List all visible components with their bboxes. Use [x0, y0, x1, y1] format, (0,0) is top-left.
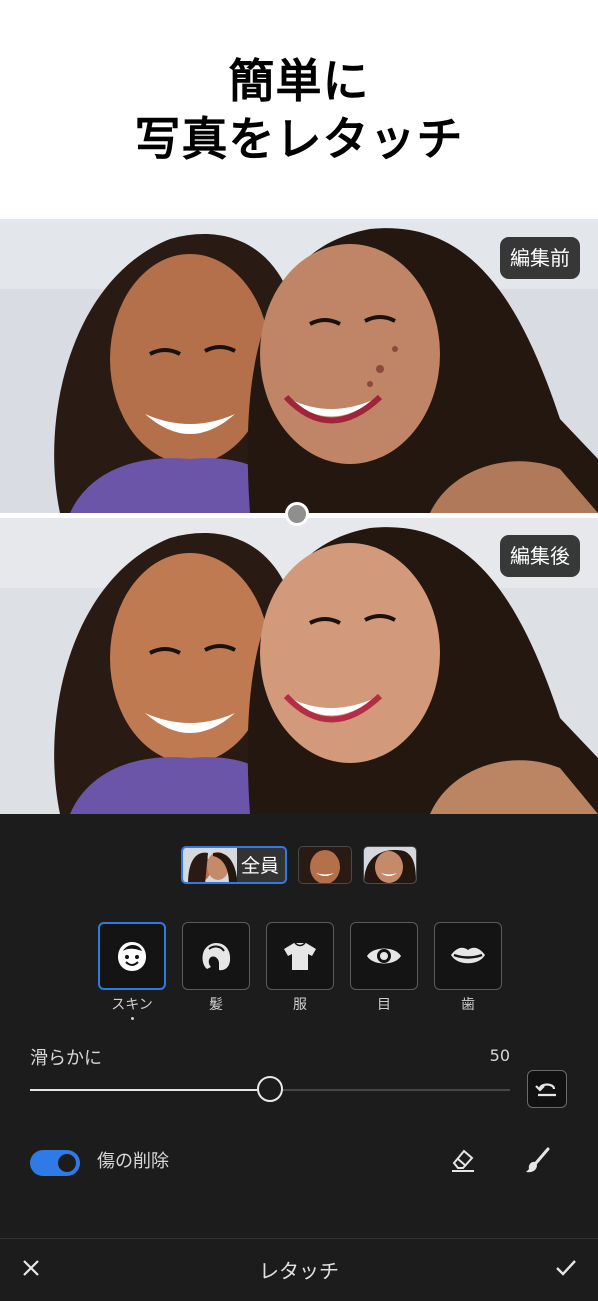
tool-hair-label: 髪 [209, 997, 223, 1013]
hair-icon [202, 943, 231, 971]
headline-line-2: 写真をレタッチ [134, 112, 464, 166]
smoothing-slider-thumb[interactable] [257, 1076, 283, 1102]
face-chip-all-label: 全員 [241, 855, 280, 877]
tool-active-dot [130, 1017, 134, 1020]
face-chip-person-2[interactable] [363, 846, 417, 884]
retouch-panel: 全員 スキン 髪 服 目 歯 滑らかに 50 傷の削除 レタッチ [0, 814, 598, 1301]
person-1-thumbnail [299, 847, 351, 883]
headline: 簡単に 写真をレタッチ [0, 52, 598, 168]
after-badge: 編集後 [500, 535, 580, 577]
smoothing-slider-fill [30, 1089, 257, 1091]
face-selector: 全員 [0, 846, 598, 930]
tool-eyes-label: 目 [377, 997, 391, 1013]
confirm-button[interactable] [554, 1257, 578, 1283]
undo-icon [535, 1083, 556, 1097]
face-chip-all[interactable]: 全員 [181, 846, 287, 884]
tool-hair-box [182, 922, 250, 990]
eraser-button[interactable] [450, 1147, 476, 1177]
person-2-thumbnail [364, 847, 416, 883]
tool-teeth[interactable]: 歯 [434, 922, 502, 1014]
tool-skin[interactable]: スキン [98, 922, 166, 1020]
brush-button[interactable] [524, 1147, 552, 1179]
face-icon [118, 942, 146, 971]
tool-hair[interactable]: 髪 [182, 922, 250, 1014]
eye-icon [367, 948, 401, 964]
tool-clothes-label: 服 [293, 997, 307, 1013]
brush-icon [526, 1147, 550, 1173]
tool-teeth-label: 歯 [461, 997, 475, 1013]
blemish-label: 傷の削除 [97, 1151, 169, 1172]
tool-skin-label: スキン [111, 997, 153, 1013]
smoothing-value: 50 [489, 1046, 510, 1065]
shirt-icon [284, 942, 316, 970]
blemish-toggle[interactable] [30, 1150, 80, 1176]
tool-teeth-box [434, 922, 502, 990]
before-badge: 編集前 [500, 237, 580, 279]
bottom-bar: レタッチ [0, 1238, 598, 1301]
toggle-knob [58, 1154, 76, 1172]
tool-clothes-box [266, 922, 334, 990]
group-thumbnail [183, 848, 237, 882]
face-chip-person-1[interactable] [298, 846, 352, 884]
reset-button[interactable] [527, 1070, 567, 1108]
tool-skin-box [98, 922, 166, 990]
tool-eyes[interactable]: 目 [350, 922, 418, 1014]
eraser-icon [452, 1149, 474, 1172]
tool-eyes-box [350, 922, 418, 990]
headline-line-1: 簡単に [228, 54, 370, 108]
checkmark-icon [556, 1260, 576, 1276]
smoothing-label: 滑らかに [30, 1048, 102, 1069]
tool-clothes[interactable]: 服 [266, 922, 334, 1014]
bottom-bar-title: レタッチ [259, 1259, 339, 1283]
retouch-tools: スキン 髪 服 目 歯 [0, 922, 598, 1020]
lips-icon [451, 947, 485, 964]
smoothing-slider[interactable] [30, 1076, 510, 1102]
split-handle[interactable] [285, 502, 309, 526]
